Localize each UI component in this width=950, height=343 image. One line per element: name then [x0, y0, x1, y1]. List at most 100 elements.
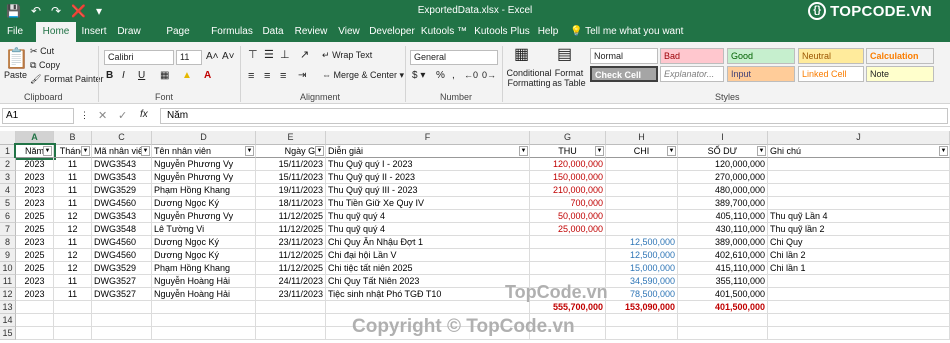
table-cell[interactable]: [768, 171, 950, 184]
table-cell[interactable]: 700,000: [530, 197, 606, 210]
empty-cell[interactable]: [54, 327, 92, 340]
table-cell[interactable]: 11: [54, 288, 92, 301]
table-cell[interactable]: [768, 197, 950, 210]
table-cell[interactable]: [326, 301, 530, 314]
table-cell[interactable]: 12: [54, 262, 92, 275]
table-cell[interactable]: 389,000,000: [678, 236, 768, 249]
table-header-cell[interactable]: Ghi chú ▼: [768, 145, 950, 158]
style-normal[interactable]: Normal: [590, 48, 658, 64]
table-cell[interactable]: 15/11/2023: [256, 158, 326, 171]
table-cell[interactable]: 11: [54, 158, 92, 171]
style-good[interactable]: Good: [727, 48, 795, 64]
table-cell[interactable]: [530, 236, 606, 249]
table-cell[interactable]: 401,500,000: [678, 288, 768, 301]
table-cell[interactable]: 153,090,000: [606, 301, 678, 314]
comma-icon[interactable]: ,: [452, 70, 455, 81]
table-cell[interactable]: 2023: [16, 184, 54, 197]
table-cell[interactable]: Nguyễn Hoàng Hải: [152, 275, 256, 288]
table-cell[interactable]: 50,000,000: [530, 210, 606, 223]
filter-dropdown-icon[interactable]: ▼: [43, 146, 52, 156]
table-cell[interactable]: 23/11/2023: [256, 236, 326, 249]
tell-me-search[interactable]: 💡 Tell me what you want to do: [570, 22, 690, 57]
table-cell[interactable]: 2025: [16, 249, 54, 262]
table-header-cell[interactable]: THU ▼: [530, 145, 606, 158]
tab-data[interactable]: Data: [258, 22, 288, 42]
empty-cell[interactable]: [256, 314, 326, 327]
table-cell[interactable]: 402,610,000: [678, 249, 768, 262]
style-explanatory[interactable]: Explanator...: [660, 66, 724, 82]
table-cell[interactable]: 11: [54, 236, 92, 249]
style-bad[interactable]: Bad: [660, 48, 724, 64]
table-cell[interactable]: 2023: [16, 275, 54, 288]
row-header[interactable]: 1: [0, 145, 16, 158]
table-cell[interactable]: [256, 301, 326, 314]
table-cell[interactable]: Chi Quy Ăn Nhậu Đợt 1: [326, 236, 530, 249]
table-cell[interactable]: [606, 158, 678, 171]
table-cell[interactable]: Tiệc sinh nhật Phó TGĐ T10: [326, 288, 530, 301]
table-cell[interactable]: 2025: [16, 210, 54, 223]
table-header-cell[interactable]: CHI ▼: [606, 145, 678, 158]
increase-decimal-icon[interactable]: ←0: [464, 70, 478, 80]
table-cell[interactable]: [530, 262, 606, 275]
table-cell[interactable]: Chi lần 1: [768, 262, 950, 275]
table-cell[interactable]: 11/12/2025: [256, 210, 326, 223]
table-cell[interactable]: Nguyễn Phương Vy: [152, 158, 256, 171]
column-header-e[interactable]: E: [256, 131, 326, 145]
table-cell[interactable]: 389,700,000: [678, 197, 768, 210]
column-header-f[interactable]: F: [326, 131, 530, 145]
empty-cell[interactable]: [256, 327, 326, 340]
row-header[interactable]: 15: [0, 327, 16, 340]
row-header[interactable]: 10: [0, 262, 16, 275]
row-header[interactable]: 5: [0, 197, 16, 210]
table-cell[interactable]: [768, 288, 950, 301]
row-header[interactable]: 13: [0, 301, 16, 314]
table-cell[interactable]: Thu Tiền Giữ Xe Quy IV: [326, 197, 530, 210]
table-cell[interactable]: Dương Ngọc Ký: [152, 197, 256, 210]
table-cell[interactable]: [606, 223, 678, 236]
tab-page-layout[interactable]: Page Layout: [150, 22, 206, 57]
table-cell[interactable]: [54, 301, 92, 314]
table-cell[interactable]: 12: [54, 249, 92, 262]
cancel-icon[interactable]: ✕: [98, 109, 107, 122]
table-cell[interactable]: Thu quỹ quý 4: [326, 223, 530, 236]
grow-font-icon[interactable]: A˄: [206, 51, 219, 62]
column-header-h[interactable]: H: [606, 131, 678, 145]
table-cell[interactable]: Chi Quy: [768, 236, 950, 249]
format-painter-button[interactable]: 🖌 Format Painter: [30, 74, 103, 85]
filter-dropdown-icon[interactable]: ▼: [315, 146, 324, 156]
table-cell[interactable]: 15/11/2023: [256, 171, 326, 184]
wrap-text-button[interactable]: ↵ Wrap Text: [322, 50, 372, 61]
table-cell[interactable]: 401,500,000: [678, 301, 768, 314]
column-header-i[interactable]: I: [678, 131, 768, 145]
formula-input[interactable]: Năm: [160, 108, 948, 124]
name-box[interactable]: A1: [2, 108, 74, 124]
table-cell[interactable]: 405,110,000: [678, 210, 768, 223]
table-header-cell[interactable]: Ngày Giờ ▼: [256, 145, 326, 158]
table-header-cell[interactable]: Năm ▼: [14, 143, 56, 160]
style-note[interactable]: Note: [866, 66, 934, 82]
orientation-icon[interactable]: ↗: [300, 48, 309, 61]
table-cell[interactable]: DWG3527: [92, 288, 152, 301]
table-cell[interactable]: 12,500,000: [606, 236, 678, 249]
table-cell[interactable]: Nguyễn Phương Vy: [152, 210, 256, 223]
table-header-cell[interactable]: Mã nhân viên ▼: [92, 145, 152, 158]
table-header-cell[interactable]: Tháng ▼: [54, 145, 92, 158]
table-cell[interactable]: 11: [54, 184, 92, 197]
tab-kutools[interactable]: Kutools ™: [420, 22, 468, 42]
table-cell[interactable]: DWG3548: [92, 223, 152, 236]
table-cell[interactable]: 11/12/2025: [256, 249, 326, 262]
row-header[interactable]: 12: [0, 288, 16, 301]
table-cell[interactable]: [92, 301, 152, 314]
column-header-a[interactable]: A: [16, 131, 54, 145]
fx-button[interactable]: fx: [140, 109, 148, 120]
empty-cell[interactable]: [16, 327, 54, 340]
merge-center-button[interactable]: ⇔ Merge & Center ▾: [322, 70, 404, 81]
align-top-icon[interactable]: ⊤: [248, 48, 258, 61]
bold-icon[interactable]: B: [106, 70, 113, 81]
tab-draw[interactable]: Draw: [114, 22, 144, 42]
table-header-cell[interactable]: SỐ DƯ ▼: [678, 145, 768, 158]
currency-icon[interactable]: $ ▾: [412, 70, 425, 81]
row-header[interactable]: 11: [0, 275, 16, 288]
table-cell[interactable]: [768, 301, 950, 314]
table-cell[interactable]: [16, 301, 54, 314]
